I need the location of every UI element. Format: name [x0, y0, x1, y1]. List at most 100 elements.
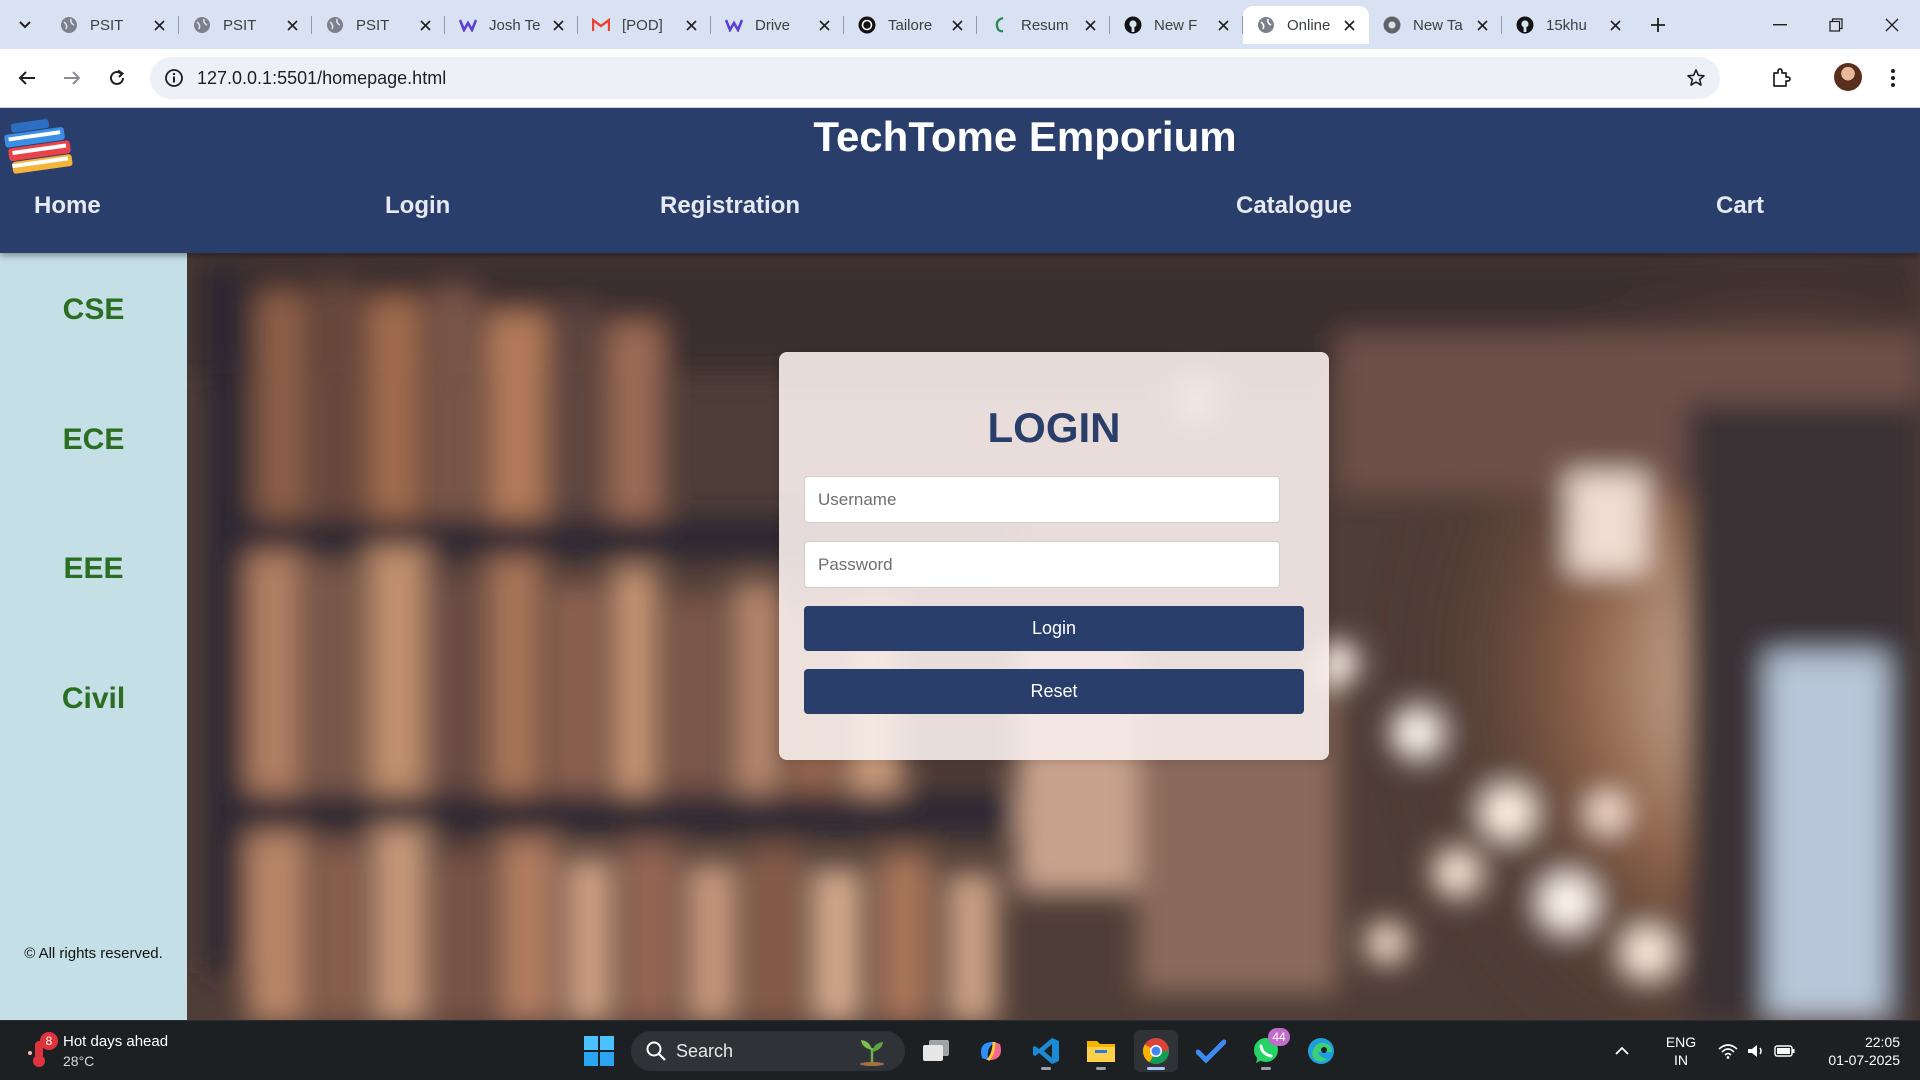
tab[interactable]: Josh Te [445, 6, 578, 44]
tab-active[interactable]: Online [1243, 6, 1369, 44]
tab-title: Josh Te [489, 16, 541, 34]
notification-badge: 44 [1268, 1028, 1290, 1046]
tab[interactable]: PSIT [312, 6, 445, 44]
tab[interactable]: [POD] [578, 6, 711, 44]
browser-tab-strip: PSIT PSIT PSIT Josh Te [POD] Drive Tailo… [0, 0, 1920, 49]
tab-list: PSIT PSIT PSIT Josh Te [POD] Drive Tailo… [46, 6, 1673, 44]
taskbar-edge[interactable] [1299, 1030, 1343, 1072]
back-button[interactable] [10, 61, 44, 95]
vscode-icon [1033, 1038, 1059, 1064]
nav-registration[interactable]: Registration [660, 192, 800, 220]
quick-settings[interactable] [1718, 1021, 1796, 1080]
close-icon[interactable] [548, 15, 568, 35]
taskbar-todo[interactable] [1189, 1030, 1233, 1072]
tab[interactable]: Tailore [844, 6, 977, 44]
taskbar-search-box[interactable]: Search [631, 1031, 905, 1071]
forward-arrow-icon [64, 71, 81, 85]
system-clock[interactable]: 22:05 01-07-2025 [1810, 1033, 1900, 1069]
close-icon [1885, 18, 1899, 31]
globe-icon [60, 16, 78, 34]
close-icon[interactable] [282, 15, 302, 35]
tab-search-button[interactable] [10, 11, 40, 39]
close-icon[interactable] [947, 15, 967, 35]
tab[interactable]: Drive [711, 6, 844, 44]
profile-avatar[interactable] [1834, 63, 1862, 91]
tab[interactable]: Resum [977, 6, 1110, 44]
taskbar-whatsapp[interactable]: 44 [1244, 1028, 1290, 1072]
running-indicator [1147, 1067, 1165, 1070]
bookmark-star-icon[interactable] [1684, 66, 1708, 90]
chrome-icon [1142, 1038, 1170, 1065]
password-input[interactable] [804, 541, 1280, 588]
login-button[interactable]: Login [804, 606, 1304, 651]
taskbar-chrome[interactable] [1134, 1030, 1178, 1072]
close-icon[interactable] [149, 15, 169, 35]
reset-button[interactable]: Reset [804, 669, 1304, 714]
close-icon[interactable] [1080, 15, 1100, 35]
minimize-button[interactable] [1752, 0, 1808, 49]
close-icon[interactable] [814, 15, 834, 35]
language-indicator[interactable]: ENG IN [1660, 1033, 1702, 1069]
username-input[interactable] [804, 476, 1280, 523]
taskbar-file-explorer[interactable] [1079, 1030, 1123, 1072]
language-code: ENG [1665, 1034, 1697, 1050]
taskbar-copilot[interactable] [969, 1030, 1013, 1072]
tab[interactable]: PSIT [179, 6, 312, 44]
josh-icon [459, 16, 477, 34]
window-controls [1752, 0, 1920, 49]
extensions-button[interactable] [1764, 61, 1798, 95]
address-bar[interactable]: 127.0.0.1:5501/homepage.html [150, 57, 1720, 99]
sidebar-item-eee[interactable]: EEE [0, 552, 187, 586]
taskbar-task-view[interactable] [914, 1030, 958, 1072]
tab-title: [POD] [622, 16, 663, 34]
start-button[interactable] [582, 1034, 616, 1068]
tab-title: PSIT [223, 16, 257, 34]
sidebar-item-ece[interactable]: ECE [0, 423, 187, 457]
tab[interactable]: PSIT [46, 6, 179, 44]
close-icon[interactable] [1213, 15, 1233, 35]
sidebar-item-cse[interactable]: CSE [0, 293, 187, 327]
drive-icon [725, 16, 743, 34]
tray-overflow-button[interactable] [1614, 1021, 1630, 1080]
minimize-icon [1773, 23, 1787, 25]
new-tab-button[interactable] [1643, 10, 1673, 40]
task-view-icon [923, 1040, 949, 1061]
close-icon[interactable] [1472, 15, 1492, 35]
url-text[interactable]: 127.0.0.1:5501/homepage.html [197, 68, 446, 89]
tab[interactable]: New F [1110, 6, 1243, 44]
tab-title: Resum [1021, 16, 1069, 34]
reload-button[interactable] [100, 61, 134, 95]
weather-alert-badge: 8 [40, 1032, 58, 1050]
nav-login[interactable]: Login [385, 192, 450, 220]
close-icon[interactable] [681, 15, 701, 35]
close-icon[interactable] [1605, 15, 1625, 35]
clock-time: 22:05 [1864, 1034, 1900, 1050]
close-icon[interactable] [1339, 15, 1359, 35]
resume-icon [991, 16, 1009, 34]
tab[interactable]: New Ta [1369, 6, 1502, 44]
openai-icon [858, 16, 876, 34]
running-indicator [1041, 1067, 1051, 1070]
chevron-up-icon [1615, 1046, 1629, 1055]
close-window-button[interactable] [1864, 0, 1920, 49]
site-info-icon[interactable] [162, 66, 186, 90]
tab-title: New F [1154, 16, 1198, 34]
copyright-text: © All rights reserved. [24, 945, 163, 962]
tab[interactable]: 15khu [1502, 6, 1635, 44]
chevron-down-icon [19, 21, 31, 29]
taskbar-vscode[interactable] [1024, 1030, 1068, 1072]
close-icon[interactable] [415, 15, 435, 35]
forward-button[interactable] [55, 61, 89, 95]
site-title: TechTome Emporium [813, 113, 1237, 160]
weather-widget[interactable]: 8 Hot days ahead 28°C [26, 1031, 186, 1073]
sidebar-item-civil[interactable]: Civil [0, 682, 187, 716]
browser-menu-button[interactable] [1876, 61, 1910, 95]
globe-icon [1257, 16, 1275, 34]
restore-button[interactable] [1808, 0, 1864, 49]
nav-home[interactable]: Home [34, 192, 101, 220]
browser-toolbar: 127.0.0.1:5501/homepage.html [0, 49, 1920, 108]
nav-catalogue[interactable]: Catalogue [1236, 192, 1352, 220]
nav-cart[interactable]: Cart [1716, 192, 1764, 220]
login-title: LOGIN [987, 404, 1121, 451]
clock-date: 01-07-2025 [1828, 1052, 1900, 1068]
